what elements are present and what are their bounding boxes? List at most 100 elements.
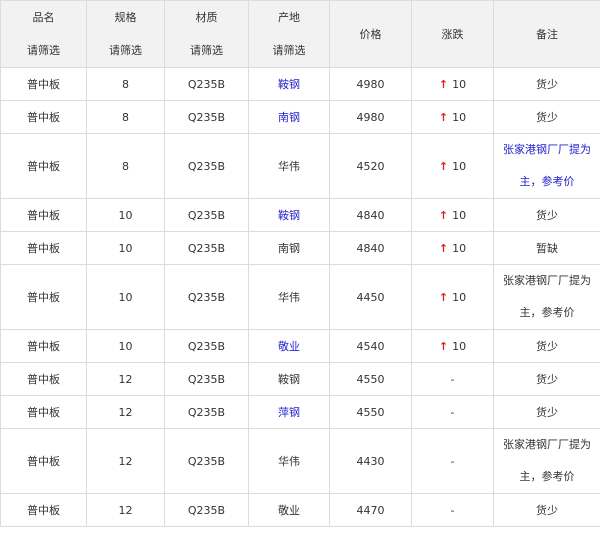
spec-value: 12 bbox=[118, 372, 133, 386]
change-value: 10 bbox=[452, 339, 467, 353]
cell-material: Q235B bbox=[164, 67, 249, 101]
material-filter-button[interactable]: 请筛选 bbox=[165, 34, 248, 67]
table-header-row: 品名 请筛选 规格 请筛选 材质 请筛选 产地 请筛选 价格 涨跌 备注 bbox=[0, 0, 600, 68]
cell-name: 普中板 bbox=[0, 67, 87, 101]
spec-value: 8 bbox=[122, 110, 129, 124]
cell-origin[interactable]: 南钢 bbox=[248, 100, 330, 134]
cell-change: - bbox=[411, 428, 494, 494]
up-arrow-icon: ↑ bbox=[438, 208, 449, 222]
header-spec: 规格 请筛选 bbox=[86, 0, 165, 68]
up-arrow-icon: ↑ bbox=[438, 110, 449, 124]
cell-remark: 货少 bbox=[493, 198, 600, 232]
remark-text: 张家港钢厂厂提为主，参考价 bbox=[503, 438, 591, 483]
header-name: 品名 请筛选 bbox=[0, 0, 87, 68]
cell-price: 4550 bbox=[329, 362, 412, 396]
table-row: 普中板 10 Q235B 南钢 4840 ↑ 10 暂缺 bbox=[0, 231, 600, 265]
remark-text: 货少 bbox=[536, 209, 558, 222]
header-origin: 产地 请筛选 bbox=[248, 0, 330, 68]
change-value: 10 bbox=[452, 77, 467, 91]
header-remark: 备注 bbox=[493, 0, 600, 68]
cell-origin[interactable]: 鞍钢 bbox=[248, 67, 330, 101]
cell-material: Q235B bbox=[164, 362, 249, 396]
product-name: 普中板 bbox=[27, 78, 60, 91]
up-arrow-icon: ↑ bbox=[438, 339, 449, 353]
origin-filter-button[interactable]: 请筛选 bbox=[249, 34, 329, 67]
origin-link[interactable]: 敬业 bbox=[278, 340, 300, 353]
cell-name: 普中板 bbox=[0, 493, 87, 527]
spec-filter-button[interactable]: 请筛选 bbox=[87, 34, 164, 67]
origin-value: 鞍钢 bbox=[278, 373, 300, 386]
cell-price: 4550 bbox=[329, 395, 412, 429]
remark-link[interactable]: 张家港钢厂厂提为主，参考价 bbox=[494, 134, 600, 198]
cell-spec: 12 bbox=[86, 395, 165, 429]
remark-text: 暂缺 bbox=[536, 242, 558, 255]
material-value: Q235B bbox=[187, 110, 226, 124]
price-value: 4550 bbox=[356, 372, 385, 386]
remark-text: 货少 bbox=[536, 111, 558, 124]
cell-name: 普中板 bbox=[0, 428, 87, 494]
table-row: 普中板 10 Q235B 敬业 4540 ↑ 10 货少 bbox=[0, 329, 600, 363]
origin-value: 南钢 bbox=[278, 242, 300, 255]
cell-material: Q235B bbox=[164, 231, 249, 265]
up-arrow-icon: ↑ bbox=[438, 241, 449, 255]
spec-value: 10 bbox=[118, 241, 133, 255]
change-wrap: ↑ 10 bbox=[439, 111, 466, 124]
cell-origin[interactable]: 敬业 bbox=[248, 329, 330, 363]
origin-link[interactable]: 南钢 bbox=[278, 111, 300, 124]
product-name: 普中板 bbox=[27, 291, 60, 304]
cell-spec: 12 bbox=[86, 362, 165, 396]
header-material: 材质 请筛选 bbox=[164, 0, 249, 68]
cell-spec: 8 bbox=[86, 67, 165, 101]
product-name: 普中板 bbox=[27, 406, 60, 419]
price-value: 4520 bbox=[356, 159, 385, 173]
cell-remark[interactable]: 张家港钢厂厂提为主，参考价 bbox=[493, 133, 600, 199]
cell-price: 4980 bbox=[329, 67, 412, 101]
product-name: 普中板 bbox=[27, 209, 60, 222]
origin-link[interactable]: 鞍钢 bbox=[278, 209, 300, 222]
cell-spec: 12 bbox=[86, 493, 165, 527]
cell-material: Q235B bbox=[164, 395, 249, 429]
change-wrap: - bbox=[451, 504, 455, 517]
cell-remark: 货少 bbox=[493, 67, 600, 101]
material-value: Q235B bbox=[187, 339, 226, 353]
origin-link[interactable]: 萍钢 bbox=[278, 406, 300, 419]
change-wrap: ↑ 10 bbox=[439, 340, 466, 353]
cell-origin: 鞍钢 bbox=[248, 362, 330, 396]
origin-link[interactable]: 鞍钢 bbox=[278, 78, 300, 91]
price-value: 4980 bbox=[356, 110, 385, 124]
price-value: 4450 bbox=[356, 290, 385, 304]
cell-price: 4430 bbox=[329, 428, 412, 494]
cell-change: ↑ 10 bbox=[411, 231, 494, 265]
table-row: 普中板 12 Q235B 萍钢 4550 - 货少 bbox=[0, 395, 600, 429]
spec-value: 12 bbox=[118, 454, 133, 468]
cell-remark: 货少 bbox=[493, 362, 600, 396]
cell-spec: 12 bbox=[86, 428, 165, 494]
cell-remark: 暂缺 bbox=[493, 231, 600, 265]
cell-spec: 10 bbox=[86, 198, 165, 232]
up-arrow-icon: ↑ bbox=[438, 159, 449, 173]
cell-price: 4470 bbox=[329, 493, 412, 527]
cell-change: - bbox=[411, 362, 494, 396]
cell-material: Q235B bbox=[164, 493, 249, 527]
table-row: 普中板 8 Q235B 南钢 4980 ↑ 10 货少 bbox=[0, 100, 600, 134]
change-value: 10 bbox=[452, 110, 467, 124]
spec-value: 8 bbox=[122, 159, 129, 173]
header-origin-label: 产地 bbox=[278, 11, 300, 24]
change-value: - bbox=[450, 503, 455, 517]
cell-price: 4840 bbox=[329, 198, 412, 232]
remark-text: 货少 bbox=[536, 406, 558, 419]
cell-change: ↑ 10 bbox=[411, 329, 494, 363]
cell-origin[interactable]: 萍钢 bbox=[248, 395, 330, 429]
change-wrap: ↑ 10 bbox=[439, 160, 466, 173]
cell-origin: 华伟 bbox=[248, 133, 330, 199]
origin-value: 华伟 bbox=[278, 291, 300, 304]
spec-value: 12 bbox=[118, 405, 133, 419]
remark-text: 货少 bbox=[536, 373, 558, 386]
cell-material: Q235B bbox=[164, 264, 249, 330]
material-value: Q235B bbox=[187, 372, 226, 386]
header-spec-label: 规格 bbox=[114, 11, 137, 24]
change-wrap: - bbox=[451, 406, 455, 419]
cell-origin[interactable]: 鞍钢 bbox=[248, 198, 330, 232]
product-name: 普中板 bbox=[27, 160, 60, 173]
name-filter-button[interactable]: 请筛选 bbox=[1, 34, 86, 67]
